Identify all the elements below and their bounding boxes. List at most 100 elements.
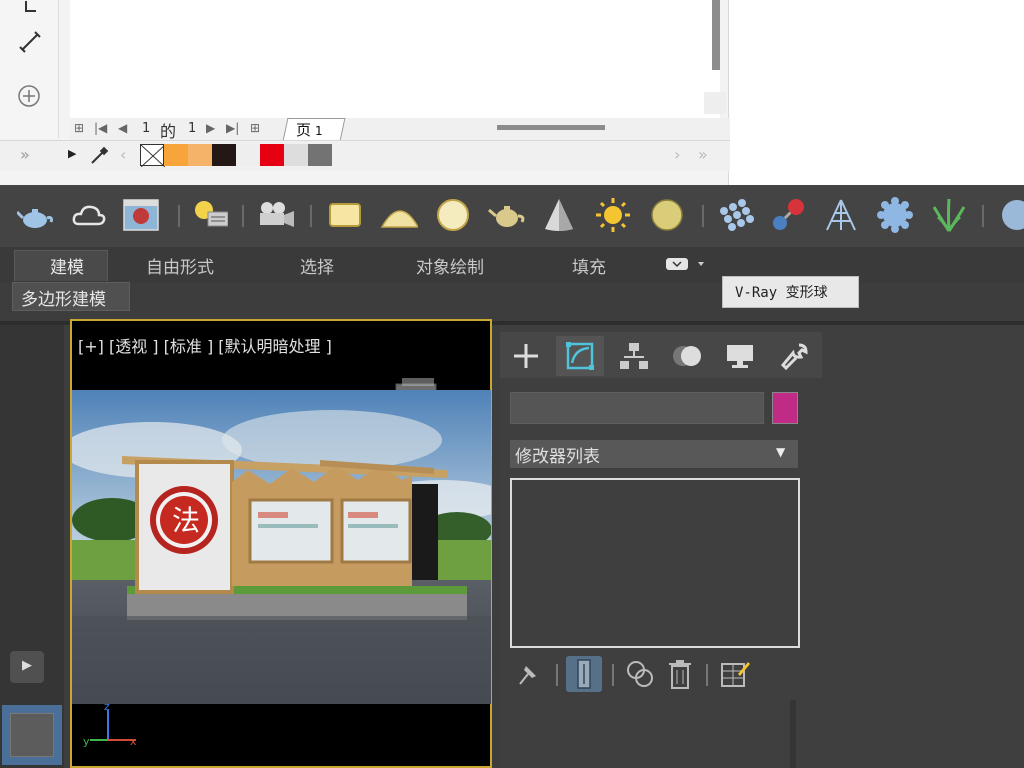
add-circle-icon[interactable]	[17, 84, 41, 108]
grass-icon[interactable]	[930, 196, 968, 234]
dome-light-icon[interactable]	[380, 196, 418, 234]
color-swatch[interactable]	[188, 144, 212, 166]
hierarchy-tab-icon[interactable]	[610, 336, 658, 376]
tab-populate[interactable]: 填充	[572, 253, 606, 278]
tripod-icon[interactable]	[822, 196, 860, 234]
expand-panel-button[interactable]: ▶	[10, 651, 44, 683]
ies-light-icon[interactable]	[648, 196, 686, 234]
toolbar-separator	[556, 664, 558, 686]
color-swatch[interactable]	[284, 144, 308, 166]
eyedropper-icon[interactable]	[88, 145, 110, 167]
dropdown-arrow-icon: ▼	[776, 445, 786, 459]
utilities-tab-icon[interactable]	[770, 336, 818, 376]
tooltip: V-Ray 变形球	[722, 276, 859, 308]
expand-icon[interactable]: »	[20, 145, 30, 164]
add-page-after-icon[interactable]: ⊞	[250, 121, 260, 135]
axis-gizmo: z x y	[78, 700, 142, 750]
axis-y-label: y	[83, 735, 90, 748]
thumb-inner	[10, 713, 54, 757]
toolbar-separator	[612, 664, 614, 686]
modify-tab-icon[interactable]	[556, 336, 604, 376]
total-pages: 1	[188, 121, 197, 136]
color-swatch[interactable]	[164, 144, 188, 166]
color-swatch[interactable]	[212, 144, 236, 166]
show-end-result-icon[interactable]	[566, 656, 602, 692]
modifier-list-label: 修改器列表	[515, 447, 600, 467]
sun-icon[interactable]	[594, 196, 632, 234]
molecule-icon[interactable]	[768, 196, 806, 234]
sphere-light-icon[interactable]	[434, 196, 472, 234]
play-icon: ▶	[22, 658, 32, 673]
tab-freeform[interactable]: 自由形式	[146, 253, 214, 278]
create-tab-icon[interactable]	[502, 336, 550, 376]
tool-bracket-icon[interactable]	[22, 0, 42, 14]
cone-icon[interactable]	[540, 196, 578, 234]
modifier-list-dropdown[interactable]: 修改器列表 ▼	[510, 440, 798, 468]
plane-light-icon[interactable]	[326, 196, 364, 234]
tooltip-text: V-Ray 变形球	[735, 285, 828, 301]
toolbar-separator	[178, 205, 180, 227]
palette-more-icon[interactable]: »	[698, 145, 708, 164]
pin-stack-icon[interactable]	[510, 656, 546, 692]
toolbar-separator	[242, 205, 244, 227]
object-color-swatch[interactable]	[772, 392, 798, 424]
ribbon-options-icon[interactable]	[666, 256, 704, 272]
add-page-before-icon[interactable]: ⊞	[74, 121, 84, 135]
remove-modifier-icon[interactable]	[662, 656, 698, 692]
render-frame-icon[interactable]	[122, 196, 160, 234]
current-page[interactable]: 1	[142, 121, 150, 136]
axis-x-label: x	[130, 735, 137, 748]
doc-right-panel	[728, 0, 1024, 185]
sign-char: 法	[172, 504, 200, 537]
doc-tool-strip	[0, 0, 59, 138]
first-page-icon[interactable]: |◀	[94, 121, 107, 135]
no-color-swatch[interactable]	[140, 144, 165, 167]
color-swatch[interactable]	[260, 144, 284, 166]
toolbar-separator	[310, 205, 312, 227]
tab-object-paint[interactable]: 对象绘制	[416, 253, 484, 278]
modifier-stack[interactable]	[510, 478, 800, 648]
sphere-icon[interactable]	[994, 196, 1024, 234]
make-unique-icon[interactable]	[622, 656, 658, 692]
page-navigator: ⊞ |◀ ◀ 1 的 1 ▶ ▶| ⊞	[70, 118, 730, 141]
prev-page-icon[interactable]: ◀	[118, 121, 127, 135]
play-arrow-icon[interactable]: ▶	[68, 147, 76, 160]
display-tab-icon[interactable]	[716, 336, 764, 376]
viewport-label[interactable]: [+] [透视 ] [标准 ] [默认明暗处理 ]	[78, 333, 332, 357]
toolbar-separator	[702, 205, 704, 227]
grid-spheres-icon[interactable]	[716, 196, 754, 234]
blob-icon[interactable]	[876, 196, 914, 234]
camera-icon[interactable]	[256, 196, 294, 234]
object-name-input[interactable]	[510, 392, 764, 424]
toolbar-separator	[706, 664, 708, 686]
rendered-scene: 法	[72, 390, 491, 704]
next-page-icon[interactable]: ▶	[206, 121, 215, 135]
polygon-modeling-tab[interactable]: 多边形建模	[12, 282, 130, 311]
palette-right-icon[interactable]: ›	[674, 145, 680, 164]
teapot-icon[interactable]	[16, 196, 54, 234]
polygon-modeling-label: 多边形建模	[21, 290, 106, 310]
teapot-light-icon[interactable]	[487, 196, 525, 234]
cloud-icon[interactable]	[70, 196, 108, 234]
page-tab-label[interactable]: 页1	[296, 119, 323, 140]
color-swatch[interactable]	[308, 144, 332, 166]
light-lister-icon[interactable]	[190, 196, 228, 234]
scroll-corner	[704, 92, 726, 114]
configure-sets-icon[interactable]	[716, 656, 752, 692]
left-panel: ▶	[0, 325, 64, 768]
vertical-scrollbar[interactable]	[712, 0, 720, 70]
horizontal-scrollbar[interactable]	[497, 125, 605, 130]
axis-z-label: z	[104, 700, 110, 713]
tab-modeling[interactable]: 建模	[50, 253, 84, 278]
viewport-thumb[interactable]	[2, 705, 62, 765]
color-swatch[interactable]	[236, 144, 260, 166]
toolbar-separator	[982, 205, 984, 227]
last-page-icon[interactable]: ▶|	[226, 121, 239, 135]
doc-canvas[interactable]	[70, 0, 720, 118]
panel-scrollbar[interactable]	[790, 700, 796, 768]
tab-selection[interactable]: 选择	[300, 253, 334, 278]
of-label: 的	[160, 122, 177, 141]
palette-left-icon[interactable]: ‹	[120, 145, 126, 164]
motion-tab-icon[interactable]	[664, 336, 712, 376]
line-tool-icon[interactable]	[18, 30, 42, 54]
